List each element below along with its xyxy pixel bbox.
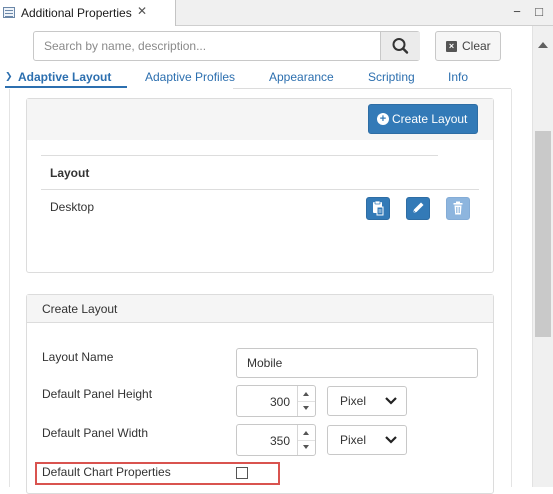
panel-width-value: 350: [269, 434, 290, 448]
active-tab-caret-icon: ❯: [5, 71, 13, 81]
search-icon: [392, 38, 409, 54]
tab-divider: [233, 88, 511, 89]
panel-width-unit: Pixel: [340, 433, 367, 447]
panel-height-stepper[interactable]: 300: [236, 385, 316, 417]
chevron-down-icon: [385, 397, 397, 405]
increment-arrow-icon[interactable]: [303, 431, 309, 435]
search-box: [33, 31, 420, 61]
layout-name-field-box: [236, 348, 478, 378]
panel-height-spinner[interactable]: [297, 386, 315, 416]
close-view-icon[interactable]: ✕: [137, 4, 147, 18]
copy-layout-button[interactable]: [366, 197, 390, 220]
copy-icon: [373, 200, 384, 216]
search-button[interactable]: [380, 32, 420, 60]
view-tab-additional-properties[interactable]: Additional Properties ✕: [0, 0, 176, 26]
scrollbar-thumb[interactable]: [535, 131, 551, 337]
edit-layout-button[interactable]: [406, 197, 430, 220]
scroll-up-arrow-icon[interactable]: [538, 42, 548, 48]
content-border-right: [511, 89, 512, 487]
table-top-border: [41, 155, 438, 156]
vertical-scrollbar[interactable]: [532, 26, 553, 487]
clear-button[interactable]: × Clear: [435, 31, 501, 61]
create-layout-label: Create Layout: [392, 112, 468, 126]
decrement-arrow-icon[interactable]: [303, 445, 309, 449]
maximize-icon[interactable]: □: [531, 4, 547, 20]
plus-circle-icon: +: [377, 113, 389, 125]
chart-properties-checkbox[interactable]: [236, 467, 248, 479]
tab-info[interactable]: Info: [448, 70, 468, 84]
edit-icon: [412, 202, 424, 214]
properties-view-icon: [3, 7, 15, 18]
panel-height-value: 300: [269, 395, 290, 409]
panel-width-label: Default Panel Width: [42, 426, 149, 440]
tab-adaptive-profiles[interactable]: Adaptive Profiles: [145, 70, 235, 84]
panel-width-unit-select[interactable]: Pixel: [327, 425, 407, 455]
panel-height-unit: Pixel: [340, 394, 367, 408]
panel-width-stepper[interactable]: 350: [236, 424, 316, 456]
panel-height-unit-select[interactable]: Pixel: [327, 386, 407, 416]
panel-height-label: Default Panel Height: [42, 387, 153, 401]
decrement-arrow-icon[interactable]: [303, 406, 309, 410]
create-layout-button[interactable]: + Create Layout: [368, 104, 478, 134]
create-layout-title: Create Layout: [42, 302, 118, 316]
table-header-divider: [41, 189, 479, 190]
delete-layout-button[interactable]: [446, 197, 470, 220]
chart-properties-label: Default Chart Properties: [42, 465, 171, 479]
minimize-icon[interactable]: −: [509, 4, 525, 20]
tab-appearance[interactable]: Appearance: [269, 70, 334, 84]
content-border-left: [9, 89, 10, 487]
clear-label: Clear: [462, 39, 491, 53]
view-title: Additional Properties: [21, 6, 132, 20]
increment-arrow-icon[interactable]: [303, 392, 309, 396]
table-row-layout-name: Desktop: [50, 200, 95, 214]
tab-scripting[interactable]: Scripting: [368, 70, 415, 84]
layout-name-label: Layout Name: [42, 350, 114, 364]
delete-icon: [453, 201, 463, 215]
layout-column-header: Layout: [50, 166, 90, 180]
tab-adaptive-layout[interactable]: Adaptive Layout: [18, 70, 111, 84]
close-icon: ×: [446, 41, 457, 52]
panel-width-spinner[interactable]: [297, 425, 315, 455]
active-tab-indicator: [5, 86, 127, 88]
chevron-down-icon: [385, 436, 397, 444]
layout-name-field[interactable]: [237, 349, 477, 377]
search-input[interactable]: [34, 32, 380, 60]
